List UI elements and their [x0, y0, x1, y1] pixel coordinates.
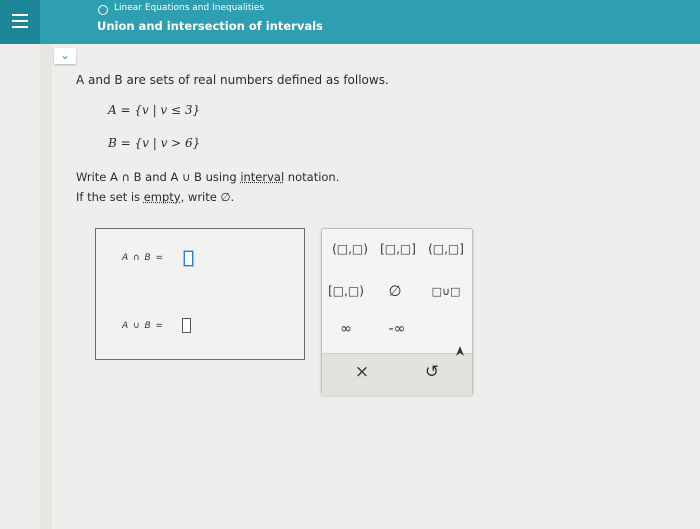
- open-closed-interval-button[interactable]: (□,□]: [426, 242, 466, 256]
- closed-open-interval-button[interactable]: [□,□): [326, 284, 366, 298]
- empty-link[interactable]: empty: [144, 190, 181, 204]
- closed-closed-interval-button[interactable]: [□,□]: [378, 242, 418, 256]
- empty-instruction: If the set is empty, write ∅.: [76, 190, 234, 204]
- math-keypad: (□,□) [□,□] (□,□] [□,□) ∅ □∪□ ∞ -∞ × ↺: [321, 228, 473, 395]
- set-a-definition: A = {v | v ≤ 3}: [108, 103, 201, 117]
- intersection-label: A ∩ B =: [122, 253, 165, 263]
- problem-intro: A and B are sets of real numbers defined…: [76, 73, 389, 87]
- left-strip: [40, 44, 52, 529]
- menu-icon-bar: [12, 20, 28, 22]
- union-answer-input[interactable]: [182, 318, 191, 333]
- negative-infinity-button[interactable]: -∞: [380, 321, 414, 337]
- menu-icon: [12, 14, 28, 16]
- infinity-button[interactable]: ∞: [334, 321, 358, 337]
- progress-circle-icon: [98, 5, 108, 15]
- menu-icon-bar: [12, 26, 28, 28]
- interval-link[interactable]: interval: [240, 170, 284, 184]
- mouse-cursor-icon: [456, 346, 464, 356]
- answer-box: A ∩ B = A ∪ B =: [95, 228, 305, 360]
- empty-set-button[interactable]: ∅: [382, 282, 408, 300]
- undo-icon[interactable]: ↺: [422, 362, 442, 382]
- header-bar: Linear Equations and Inequalities Union …: [0, 0, 700, 44]
- union-label: A ∪ B =: [122, 321, 165, 331]
- collapse-chevron-icon[interactable]: ⌄: [54, 48, 76, 64]
- empty-prefix: If the set is: [76, 190, 144, 204]
- clear-x-icon[interactable]: ×: [352, 362, 372, 382]
- menu-button[interactable]: [0, 0, 40, 44]
- open-open-interval-button[interactable]: (□,□): [330, 242, 370, 256]
- topic-label: Linear Equations and Inequalities: [114, 3, 265, 13]
- keypad-actions: × ↺: [322, 353, 472, 395]
- instruction-text: Write A ∩ B and A ∪ B using interval not…: [76, 170, 340, 184]
- page-title: Union and intersection of intervals: [97, 19, 323, 33]
- intersection-answer-input[interactable]: [184, 251, 193, 266]
- set-b-definition: B = {v | v > 6}: [108, 136, 201, 150]
- union-button[interactable]: □∪□: [426, 285, 466, 298]
- empty-suffix: , write ∅.: [180, 190, 235, 204]
